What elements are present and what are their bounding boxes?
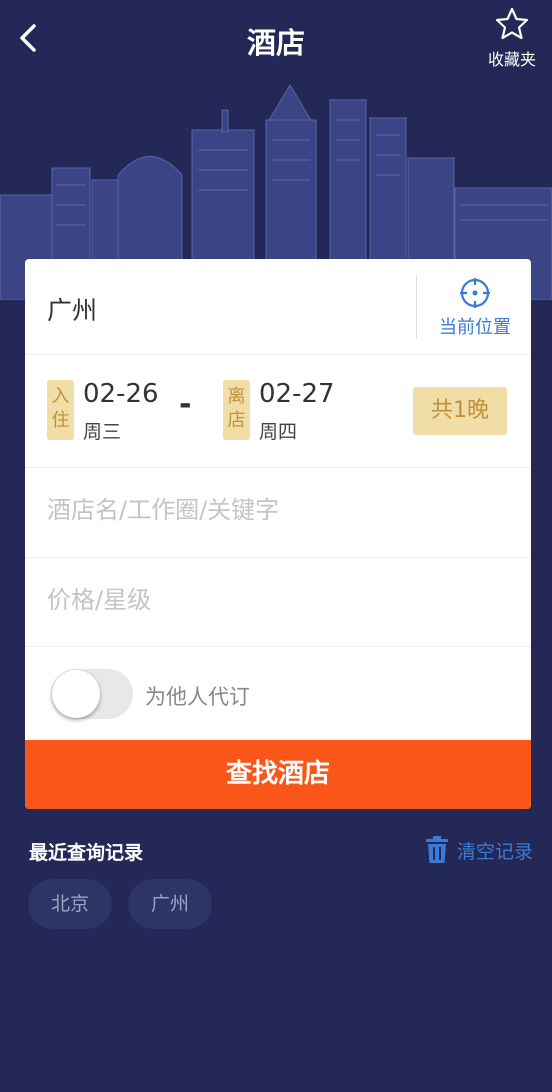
checkin-tag: 入住 — [47, 380, 74, 440]
keyword-row — [25, 468, 531, 558]
checkout-tag: 离店 — [223, 380, 250, 440]
book-for-others-row: 为他人代订 — [25, 647, 531, 740]
clear-history-label: 清空记录 — [457, 841, 534, 863]
checkin-weekday: 周三 — [83, 421, 122, 443]
checkin-date[interactable]: 02-26 — [83, 379, 159, 409]
history-chip[interactable]: 北京 — [28, 879, 112, 929]
top-bar: 酒店 收藏夹 — [0, 0, 552, 80]
recent-searches-title: 最近查询记录 — [29, 842, 144, 864]
history-chip[interactable]: 广州 — [128, 879, 212, 929]
current-location-label: 当前位置 — [439, 317, 511, 338]
current-location-button[interactable]: 当前位置 — [425, 277, 525, 339]
toggle-knob — [52, 670, 100, 718]
favorites-label: 收藏夹 — [487, 50, 536, 69]
price-row — [25, 558, 531, 647]
destination-city[interactable]: 广州 — [47, 291, 97, 327]
locate-crosshair-icon — [460, 278, 490, 308]
trash-icon — [426, 836, 448, 863]
nights-badge: 共1晚 — [413, 387, 507, 435]
date-separator: - — [179, 387, 192, 422]
checkout-date[interactable]: 02-27 — [259, 379, 335, 409]
checkout-weekday: 周四 — [259, 421, 298, 443]
divider — [416, 275, 417, 339]
date-row[interactable]: 入住 02-26 周三 - 离店 02-27 周四 共1晚 — [25, 355, 531, 468]
favorites-button[interactable]: 收藏夹 — [482, 6, 542, 70]
price-star-input[interactable] — [47, 586, 507, 614]
book-for-others-label: 为他人代订 — [145, 685, 250, 709]
keyword-input[interactable] — [47, 496, 507, 524]
search-hotels-button[interactable]: 查找酒店 — [25, 740, 531, 809]
destination-row: 广州 当前位置 — [25, 259, 531, 355]
star-icon — [495, 7, 529, 40]
page-title: 酒店 — [246, 26, 305, 60]
book-for-others-toggle[interactable] — [51, 669, 133, 719]
hotel-search-card: 广州 当前位置 入住 02-26 周三 - 离店 02-27 周四 共1晚 酒店… — [25, 259, 531, 809]
